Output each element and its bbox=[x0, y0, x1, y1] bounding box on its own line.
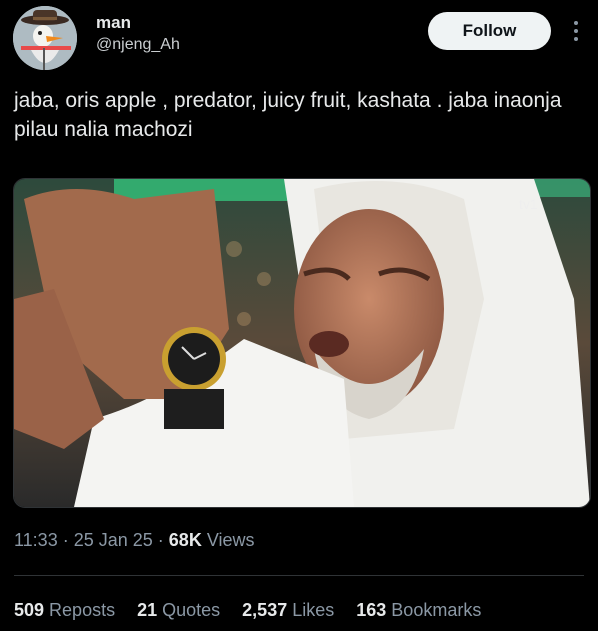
quotes-label: Quotes bbox=[162, 600, 221, 620]
tweet-time[interactable]: 11:33 bbox=[14, 530, 58, 550]
bookmarks-label: Bookmarks bbox=[391, 600, 482, 620]
bookmarks-stat[interactable]: 163 Bookmarks bbox=[356, 600, 481, 621]
reposts-count: 509 bbox=[14, 600, 45, 620]
meta-separator: · bbox=[152, 530, 169, 550]
quotes-stat[interactable]: 21 Quotes bbox=[137, 600, 220, 621]
author-avatar[interactable] bbox=[13, 6, 77, 70]
likes-label: Likes bbox=[292, 600, 335, 620]
tweet-text: jaba, oris apple , predator, juicy fruit… bbox=[14, 89, 568, 141]
tweet-date[interactable]: 25 Jan 25 bbox=[74, 530, 153, 550]
tv-watermark: tv1 bbox=[519, 196, 538, 212]
engagement-stats: 509 Reposts 21 Quotes 2,537 Likes 163 Bookma… bbox=[14, 600, 481, 621]
tweet-media-image[interactable]: tv1 bbox=[13, 178, 591, 508]
quotes-count: 21 bbox=[137, 600, 158, 620]
author-name[interactable]: man bbox=[96, 13, 131, 33]
likes-count: 2,537 bbox=[242, 600, 288, 620]
follow-button[interactable]: Follow bbox=[428, 12, 551, 50]
duck-cowboy-avatar-icon bbox=[13, 6, 77, 70]
meta-separator: · bbox=[57, 530, 74, 550]
bookmarks-count: 163 bbox=[356, 600, 387, 620]
more-vertical-icon[interactable] bbox=[568, 18, 584, 44]
crying-man-photo-icon: tv1 bbox=[14, 179, 590, 507]
reposts-label: Reposts bbox=[49, 600, 116, 620]
tweet-metadata: 11:33 · 25 Jan 25 · 68K Views bbox=[14, 530, 255, 551]
views-count[interactable]: 68K bbox=[169, 530, 202, 550]
divider bbox=[14, 575, 584, 576]
tweet-header: man @njeng_Ah Follow bbox=[0, 0, 598, 72]
views-label: Views bbox=[201, 530, 255, 550]
likes-stat[interactable]: 2,537 Likes bbox=[242, 600, 334, 621]
reposts-stat[interactable]: 509 Reposts bbox=[14, 600, 115, 621]
author-handle[interactable]: @njeng_Ah bbox=[96, 36, 180, 54]
